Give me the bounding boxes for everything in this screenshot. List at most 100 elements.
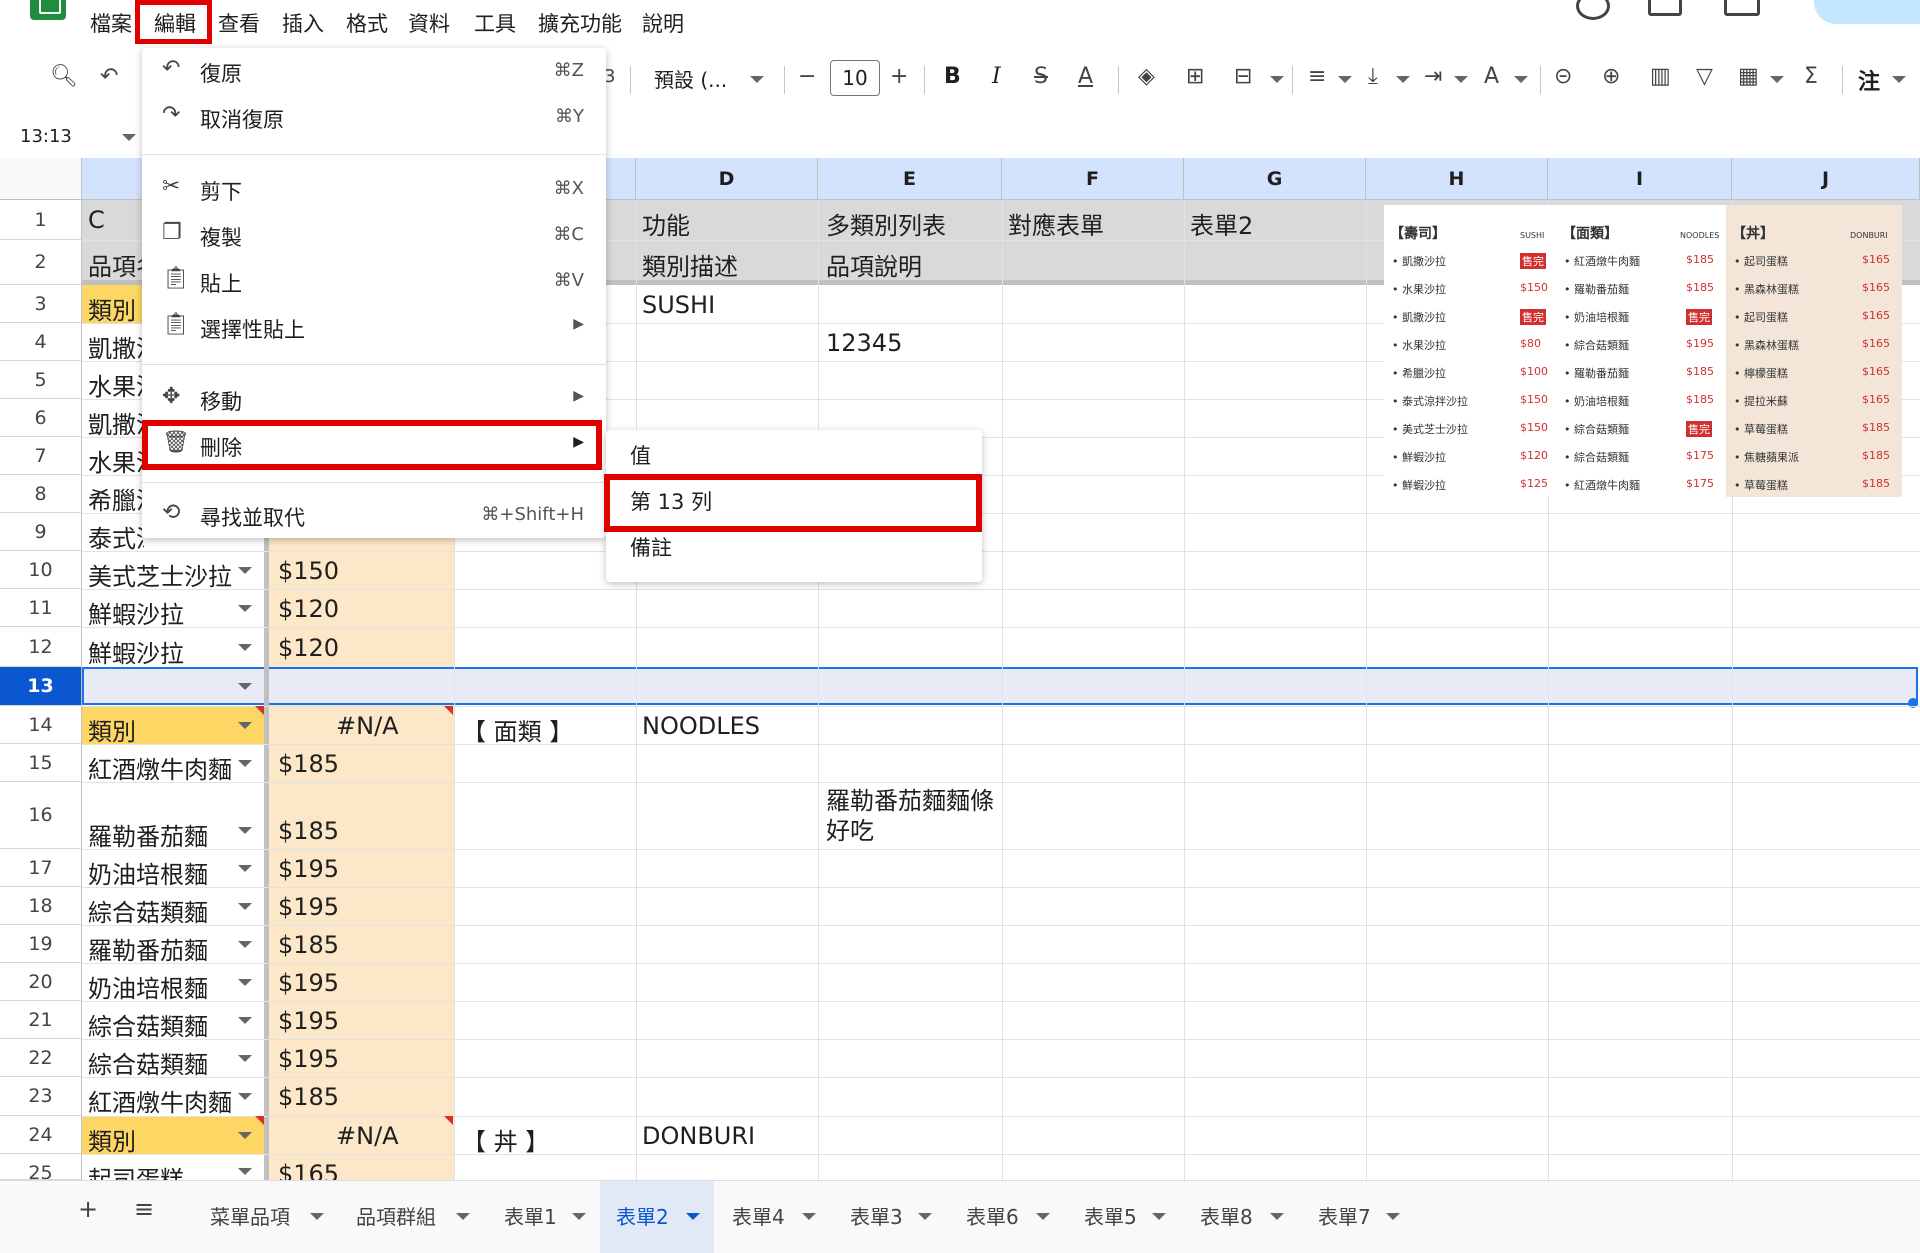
sheet-tab-form7[interactable]: 表單7 xyxy=(1318,1201,1371,1230)
row-header-14[interactable]: 14 xyxy=(0,706,82,744)
cell-c10[interactable]: 美式芝士沙拉 xyxy=(88,557,232,592)
row-header-5[interactable]: 5 xyxy=(0,361,82,399)
share-button[interactable] xyxy=(1814,0,1920,24)
cell-e2[interactable]: 品項說明 xyxy=(826,247,922,282)
filter-views-dropdown-icon[interactable] xyxy=(1770,76,1784,83)
select-all-corner[interactable] xyxy=(0,158,82,200)
column-header-e[interactable]: E xyxy=(818,158,1002,200)
row-header-18[interactable]: 18 xyxy=(0,887,82,925)
fill-color-icon[interactable]: ◈ xyxy=(1138,64,1155,89)
row-header-2[interactable]: 2 xyxy=(0,240,82,285)
row-header-22[interactable]: 22 xyxy=(0,1039,82,1077)
tab-dropdown-icon[interactable] xyxy=(686,1213,700,1220)
cell-dropdown-icon[interactable] xyxy=(238,644,252,651)
rotation-dropdown-icon[interactable] xyxy=(1514,76,1528,83)
cell-dropdown-icon[interactable] xyxy=(238,941,252,948)
cell-c9[interactable]: 泰式涼拌沙拉 xyxy=(88,519,144,554)
text-color-icon[interactable]: A xyxy=(1078,64,1093,89)
cell-d24[interactable]: DONBURI xyxy=(642,1122,755,1150)
menu-format[interactable]: 格式 xyxy=(346,8,388,38)
column-header-f[interactable]: F xyxy=(1002,158,1184,200)
menu-help[interactable]: 說明 xyxy=(642,8,684,38)
filter-icon[interactable]: ▽ xyxy=(1696,64,1713,89)
cell-e4[interactable]: 12345 xyxy=(826,329,902,357)
row-header-23[interactable]: 23 xyxy=(0,1077,82,1116)
column-header-i[interactable]: I xyxy=(1548,158,1732,200)
cell-dropdown-icon[interactable] xyxy=(238,827,252,834)
column-header-g[interactable]: G xyxy=(1184,158,1366,200)
cell-price-23[interactable]: $185 xyxy=(278,1083,339,1111)
row-header-8[interactable]: 8 xyxy=(0,475,82,513)
cell-x14[interactable]: 【 面類 】 xyxy=(462,712,573,747)
row-header-19[interactable]: 19 xyxy=(0,925,82,963)
cell-price-19[interactable]: $185 xyxy=(278,931,339,959)
menu-insert[interactable]: 插入 xyxy=(282,8,324,38)
all-sheets-icon[interactable]: ≡ xyxy=(134,1195,154,1223)
menu-item-copy[interactable]: ❐ 複製 ⌘C xyxy=(142,212,606,258)
cell-dropdown-icon[interactable] xyxy=(238,760,252,767)
decrease-font-size-icon[interactable]: − xyxy=(798,64,816,89)
tab-dropdown-icon[interactable] xyxy=(572,1213,586,1220)
vertical-align-icon[interactable]: ⤓ xyxy=(1368,64,1378,89)
italic-icon[interactable]: I xyxy=(992,64,1001,89)
cell-g1[interactable]: 表單2 xyxy=(1190,206,1253,241)
row-header-20[interactable]: 20 xyxy=(0,963,82,1001)
cell-c18[interactable]: 綜合菇類麵 xyxy=(88,893,208,928)
menu-preview-image[interactable]: 【壽司】 SUSHI • 凱撒沙拉 售完 • 水果沙拉 $150 • 凱撒沙拉 售完 • 水… xyxy=(1384,205,1902,497)
cell-dropdown-icon[interactable] xyxy=(238,865,252,872)
cell-d14[interactable]: NOODLES xyxy=(642,712,760,740)
cell-price-15[interactable]: $185 xyxy=(278,750,339,778)
undo-icon[interactable]: ↶ xyxy=(100,64,118,89)
row-header-11[interactable]: 11 xyxy=(0,589,82,627)
cell-c5[interactable]: 水果沙拉 xyxy=(88,367,144,402)
sheet-tab-menu-items[interactable]: 菜單品項 xyxy=(210,1201,290,1230)
menu-tools[interactable]: 工具 xyxy=(474,8,516,38)
cell-c11[interactable]: 鮮蝦沙拉 xyxy=(88,595,184,630)
cell-price-20[interactable]: $195 xyxy=(278,969,339,997)
increase-font-size-icon[interactable]: + xyxy=(890,64,908,89)
cell-c22[interactable]: 綜合菇類麵 xyxy=(88,1045,208,1080)
cell-price-22[interactable]: $195 xyxy=(278,1045,339,1073)
functions-icon[interactable]: Σ xyxy=(1804,64,1818,89)
cell-d3[interactable]: SUSHI xyxy=(642,291,715,319)
cell-price-18[interactable]: $195 xyxy=(278,893,339,921)
cell-c23[interactable]: 紅酒燉牛肉麵 xyxy=(88,1083,232,1118)
horizontal-align-icon[interactable]: ≡ xyxy=(1308,64,1326,89)
sheet-tab-form4[interactable]: 表單4 xyxy=(732,1201,785,1230)
cell-dropdown-icon[interactable] xyxy=(238,567,252,574)
tab-dropdown-icon[interactable] xyxy=(310,1213,324,1220)
row-header-1[interactable]: 1 xyxy=(0,200,82,240)
cell-c6[interactable]: 凱撒沙拉 xyxy=(88,405,144,440)
cell-c3[interactable]: 類別 xyxy=(88,291,136,326)
menu-item-find-replace[interactable]: ⟲ 尋找並取代 ⌘+Shift+H xyxy=(142,492,606,538)
cell-dropdown-icon[interactable] xyxy=(238,722,252,729)
menu-data[interactable]: 資料 xyxy=(408,8,450,38)
sheet-tab-form6[interactable]: 表單6 xyxy=(966,1201,1019,1230)
cell-e16[interactable]: 羅勒番茄麵麵條好吃 xyxy=(826,786,998,846)
row-header-21[interactable]: 21 xyxy=(0,1001,82,1039)
cell-dropdown-icon[interactable] xyxy=(238,903,252,910)
borders-icon[interactable]: ⊞ xyxy=(1186,64,1204,89)
cell-dropdown-icon[interactable] xyxy=(238,1132,252,1139)
cell-price-25[interactable]: $165 xyxy=(278,1160,339,1180)
menu-extensions[interactable]: 擴充功能 xyxy=(538,8,622,38)
cell-price-11[interactable]: $120 xyxy=(278,595,339,623)
insert-link-icon[interactable]: ⊝ xyxy=(1554,64,1572,89)
cell-c8[interactable]: 希臘沙拉 xyxy=(88,481,144,516)
cell-dropdown-icon[interactable] xyxy=(238,1017,252,1024)
menu-item-cut[interactable]: ✂ 剪下 ⌘X xyxy=(142,166,606,212)
filter-views-icon[interactable]: ▦ xyxy=(1738,64,1759,89)
row-header-10[interactable]: 10 xyxy=(0,551,82,589)
row-header-25[interactable]: 25 xyxy=(0,1154,82,1180)
cell-dropdown-icon[interactable] xyxy=(238,979,252,986)
sheet-tab-item-groups[interactable]: 品項群組 xyxy=(356,1201,436,1230)
cell-d2[interactable]: 類別描述 xyxy=(642,247,738,282)
cell-c12[interactable]: 鮮蝦沙拉 xyxy=(88,634,184,669)
menu-item-undo[interactable]: ↶ 復原 ⌘Z xyxy=(142,48,606,94)
cell-dropdown-icon[interactable] xyxy=(238,605,252,612)
cell-c17[interactable]: 奶油培根麵 xyxy=(88,855,208,890)
cell-c20[interactable]: 奶油培根麵 xyxy=(88,969,208,1004)
column-header-j[interactable]: J xyxy=(1732,158,1920,200)
row-header-16[interactable]: 16 xyxy=(0,782,82,849)
cell-f1[interactable]: 對應表單 xyxy=(1008,206,1104,241)
